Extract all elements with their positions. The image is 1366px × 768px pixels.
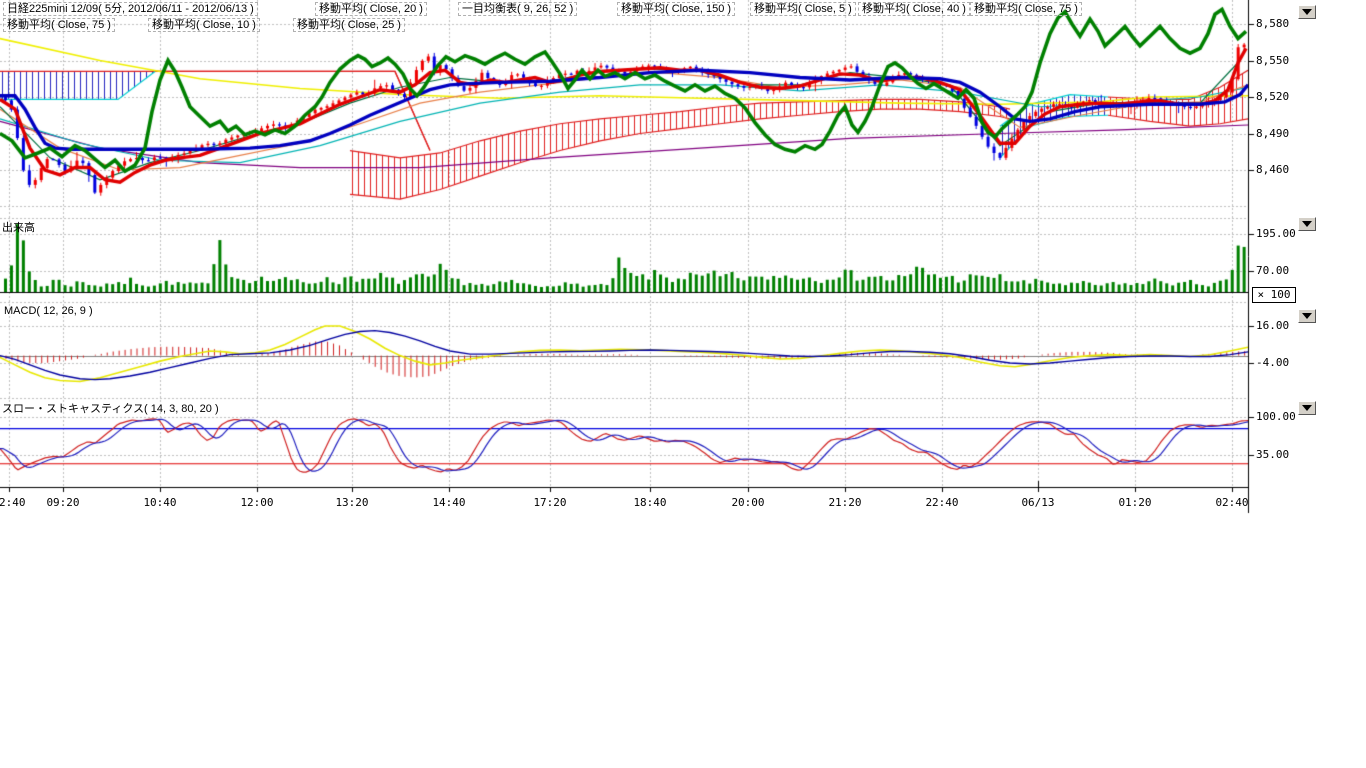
- time-axis-label: 22:40: [920, 496, 964, 509]
- indicator-chip[interactable]: 移動平均( Close, 10 ): [148, 18, 260, 32]
- time-axis-label: 10:40: [138, 496, 182, 509]
- stochastics-pane-label: スロー・ストキャスティクス( 14, 3, 80, 20 ): [2, 400, 219, 416]
- indicator-chip[interactable]: 移動平均( Close, 150 ): [617, 2, 735, 16]
- indicator-chip[interactable]: 移動平均( Close, 5 ): [750, 2, 856, 16]
- stoch-axis-label: 100.00: [1256, 410, 1296, 423]
- chevron-down-icon: [1302, 405, 1312, 411]
- macd-pane-label: MACD( 12, 26, 9 ): [4, 305, 93, 317]
- indicator-chip[interactable]: 移動平均( Close, 40 ): [858, 2, 970, 16]
- price-axis-label: 8,490: [1256, 127, 1289, 140]
- time-axis-label: 18:40: [628, 496, 672, 509]
- time-axis-label: 21:20: [823, 496, 867, 509]
- chevron-down-icon: [1302, 221, 1312, 227]
- price-axis-label: 8,460: [1256, 163, 1289, 176]
- volume-axis-label: 70.00: [1256, 264, 1289, 277]
- price-pane-dropdown-button[interactable]: [1298, 5, 1316, 19]
- stochastics-pane-dropdown-button[interactable]: [1298, 401, 1316, 415]
- time-axis-label: 12:00: [235, 496, 279, 509]
- chevron-down-icon: [1302, 313, 1312, 319]
- macd-axis-label: -4.00: [1256, 356, 1289, 369]
- price-chart-canvas[interactable]: [0, 0, 1366, 768]
- time-axis-label: 01:20: [1113, 496, 1157, 509]
- chevron-down-icon: [1302, 9, 1312, 15]
- macd-axis-label: 16.00: [1256, 319, 1289, 332]
- stoch-axis-label: 35.00: [1256, 448, 1289, 461]
- volume-pane-dropdown-button[interactable]: [1298, 217, 1316, 231]
- volume-axis-label: 195.00: [1256, 227, 1296, 240]
- time-axis-label: 20:00: [726, 496, 770, 509]
- indicator-chip[interactable]: 移動平均( Close, 20 ): [315, 2, 427, 16]
- macd-pane-dropdown-button[interactable]: [1298, 309, 1316, 323]
- time-axis-label: 13:20: [330, 496, 374, 509]
- indicator-chip[interactable]: 一目均衡表( 9, 26, 52 ): [458, 2, 577, 16]
- price-axis-label: 8,520: [1256, 90, 1289, 103]
- volume-pane-label: 出来高: [2, 219, 35, 235]
- price-axis-label: 8,550: [1256, 54, 1289, 67]
- indicator-chip[interactable]: 移動平均( Close, 75 ): [970, 2, 1082, 16]
- indicator-chip[interactable]: 日経225mini 12/09( 5分, 2012/06/11 - 2012/0…: [3, 2, 258, 16]
- indicator-chip[interactable]: 移動平均( Close, 25 ): [293, 18, 405, 32]
- time-axis-label: 09:20: [41, 496, 85, 509]
- price-axis-label: 8,580: [1256, 17, 1289, 30]
- time-axis-label: 14:40: [427, 496, 471, 509]
- time-axis-label: 02:40: [1210, 496, 1254, 509]
- indicator-chip[interactable]: 移動平均( Close, 75 ): [3, 18, 115, 32]
- time-axis-label: 17:20: [528, 496, 572, 509]
- volume-multiplier-box: × 100: [1252, 287, 1296, 303]
- chart-application: 日経225mini 12/09( 5分, 2012/06/11 - 2012/0…: [0, 0, 1366, 768]
- time-axis-label: 02:40: [0, 496, 31, 509]
- time-axis-label: 06/13: [1016, 496, 1060, 509]
